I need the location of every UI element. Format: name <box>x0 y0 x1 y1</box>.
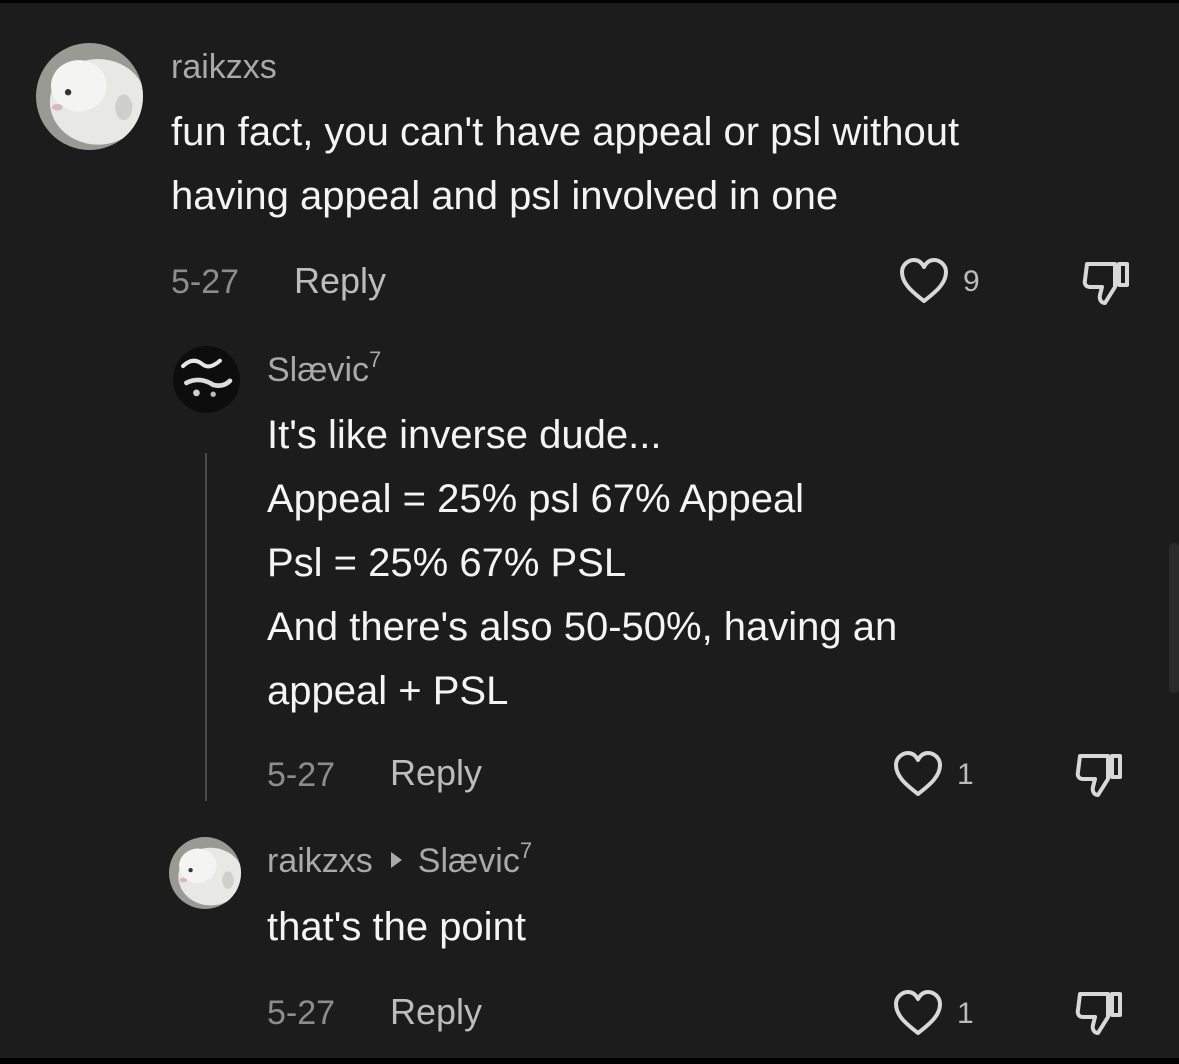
heart-outline-icon[interactable] <box>899 258 949 304</box>
username-text: Slævic <box>267 351 370 389</box>
reply-button[interactable]: Reply <box>390 994 482 1030</box>
reply-button[interactable]: Reply <box>294 263 386 299</box>
comment-username[interactable]: raikzxs Slævic7 <box>267 840 532 880</box>
like-count: 1 <box>957 758 974 791</box>
comment-text: fun fact, you can't have appeal or psl w… <box>171 100 959 228</box>
comment-text-line: It's like inverse dude... <box>267 413 662 457</box>
username-superscript: 7 <box>369 347 382 372</box>
comment-text: It's like inverse dude... Appeal = 25% p… <box>267 403 897 723</box>
username-superscript: 7 <box>519 838 533 863</box>
comment-date: 5-27 <box>267 756 336 794</box>
comment-text-line: having appeal and psl involved in one <box>171 174 839 218</box>
thumbs-down-icon[interactable] <box>1074 989 1126 1037</box>
heart-outline-icon[interactable] <box>893 990 943 1036</box>
comment-text-line: Psl = 25% 67% PSL <box>267 541 627 585</box>
comment-date: 5-27 <box>171 263 240 301</box>
avatar[interactable] <box>169 837 241 909</box>
comment-username[interactable]: Slævic7 <box>267 349 381 389</box>
like-count: 9 <box>963 265 980 298</box>
comment-text-line: And there's also 50-50%, having an <box>267 605 898 649</box>
comment-text-line: fun fact, you can't have appeal or psl w… <box>171 110 960 154</box>
scrollbar[interactable] <box>1169 543 1179 693</box>
comment-text: that's the point <box>267 895 526 959</box>
avatar[interactable] <box>36 43 143 150</box>
avatar[interactable] <box>173 346 240 413</box>
comment-text-line: that's the point <box>267 905 526 949</box>
reply-to-username[interactable]: Slævic <box>418 842 520 880</box>
reply-button[interactable]: Reply <box>390 755 482 791</box>
thumbs-down-icon[interactable] <box>1081 259 1133 307</box>
comments-panel: raikzxs fun fact, you can't have appeal … <box>0 0 1179 1064</box>
comment-date: 5-27 <box>267 994 336 1032</box>
heart-outline-icon[interactable] <box>893 751 943 797</box>
comment-text-line: Appeal = 25% psl 67% Appeal <box>267 477 805 521</box>
thread-line <box>205 453 207 801</box>
play-arrow-icon <box>390 852 402 868</box>
comment-text-line: appeal + PSL <box>267 669 509 713</box>
username-text: raikzxs <box>267 842 373 880</box>
like-count: 1 <box>957 997 974 1030</box>
thumbs-down-icon[interactable] <box>1074 751 1126 799</box>
comment-username[interactable]: raikzxs <box>171 50 277 84</box>
